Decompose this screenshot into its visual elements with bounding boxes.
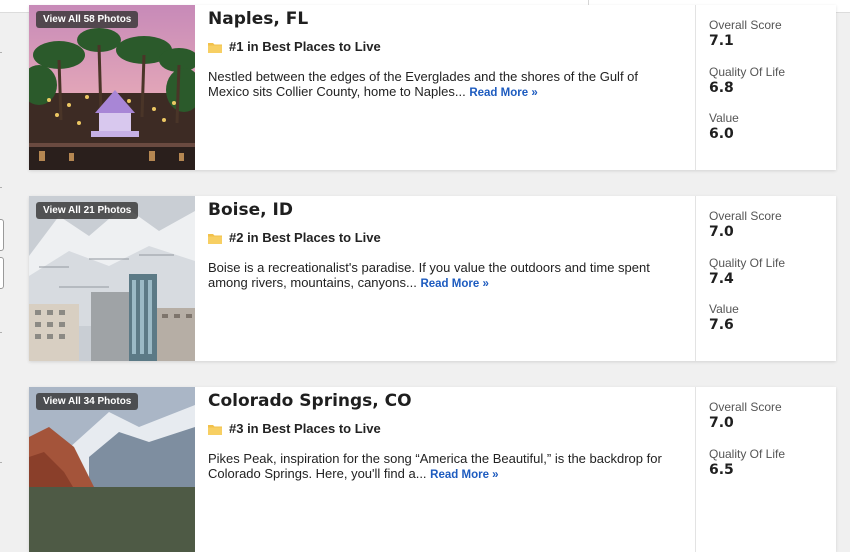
place-info: Colorado Springs, CO #3 in Best Places t… <box>208 387 688 552</box>
city-title[interactable]: Colorado Springs, CO <box>208 391 412 411</box>
place-card: View All 34 Photos Colorado Springs, CO … <box>29 387 836 552</box>
score-label: Quality Of Life <box>709 447 786 461</box>
score-label: Quality Of Life <box>709 65 786 79</box>
read-more-link[interactable]: Read More » <box>469 87 537 99</box>
score-panel: Overall Score 7.1 Quality Of Life 6.8 Va… <box>695 5 837 170</box>
place-info: Naples, FL #1 in Best Places to Live Nes… <box>208 5 688 170</box>
view-photos-badge[interactable]: View All 34 Photos <box>36 393 139 410</box>
folder-icon <box>208 423 222 435</box>
value-score: Value 6.0 <box>709 111 739 143</box>
place-photo[interactable]: View All 58 Photos <box>29 5 195 170</box>
rail-tick <box>0 462 2 463</box>
overall-score: Overall Score 7.0 <box>709 400 782 432</box>
left-rail <box>0 12 4 498</box>
city-title[interactable]: Naples, FL <box>208 9 308 29</box>
score-value: 6.0 <box>709 126 734 142</box>
filter-toggle[interactable] <box>0 257 4 289</box>
rank-line: #2 in Best Places to Live <box>208 230 381 245</box>
view-photos-badge[interactable]: View All 58 Photos <box>36 11 139 28</box>
score-label: Overall Score <box>709 400 782 414</box>
value-score: Value 7.6 <box>709 302 739 334</box>
score-value: 6.5 <box>709 462 734 478</box>
score-label: Value <box>709 111 739 125</box>
rank-label: #3 in Best Places to Live <box>229 421 381 436</box>
overall-score: Overall Score 7.1 <box>709 18 782 50</box>
read-more-link[interactable]: Read More » <box>420 278 488 290</box>
folder-icon <box>208 232 222 244</box>
score-label: Overall Score <box>709 18 782 32</box>
place-photo[interactable]: View All 21 Photos <box>29 196 195 361</box>
place-description: Boise is a recreationalist's paradise. I… <box>208 260 678 292</box>
quality-of-life-score: Quality Of Life 6.5 <box>709 447 785 479</box>
naples-photo-image <box>29 5 195 170</box>
rail-tick <box>0 52 2 53</box>
score-value: 7.4 <box>709 271 734 287</box>
read-more-link[interactable]: Read More » <box>430 469 498 481</box>
overall-score: Overall Score 7.0 <box>709 209 782 241</box>
place-info: Boise, ID #2 in Best Places to Live Bois… <box>208 196 688 361</box>
folder-icon <box>208 41 222 53</box>
score-value: 7.6 <box>709 317 734 333</box>
place-photo[interactable]: View All 34 Photos <box>29 387 195 552</box>
colorado-springs-photo-image <box>29 387 195 552</box>
boise-photo-image <box>29 196 195 361</box>
rank-line: #1 in Best Places to Live <box>208 39 381 54</box>
rail-tick <box>0 332 2 333</box>
place-description: Pikes Peak, inspiration for the song “Am… <box>208 451 678 483</box>
place-description: Nestled between the edges of the Evergla… <box>208 69 678 101</box>
score-value: 6.8 <box>709 80 734 96</box>
score-label: Value <box>709 302 739 316</box>
view-photos-badge[interactable]: View All 21 Photos <box>36 202 139 219</box>
place-card: View All 58 Photos Naples, FL #1 in Best… <box>29 5 836 170</box>
rank-line: #3 in Best Places to Live <box>208 421 381 436</box>
score-value: 7.0 <box>709 224 734 240</box>
rank-label: #1 in Best Places to Live <box>229 39 381 54</box>
score-label: Quality Of Life <box>709 256 786 270</box>
score-value: 7.0 <box>709 415 734 431</box>
score-label: Overall Score <box>709 209 782 223</box>
rank-label: #2 in Best Places to Live <box>229 230 381 245</box>
quality-of-life-score: Quality Of Life 6.8 <box>709 65 785 97</box>
city-title[interactable]: Boise, ID <box>208 200 293 220</box>
score-panel: Overall Score 7.0 Quality Of Life 7.4 Va… <box>695 196 837 361</box>
description-text: Nestled between the edges of the Evergla… <box>208 69 639 99</box>
rail-tick <box>0 187 2 188</box>
quality-of-life-score: Quality Of Life 7.4 <box>709 256 785 288</box>
place-card: View All 21 Photos Boise, ID #2 in Best … <box>29 196 836 361</box>
filter-toggle[interactable] <box>0 219 4 251</box>
score-value: 7.1 <box>709 33 734 49</box>
score-panel: Overall Score 7.0 Quality Of Life 6.5 <box>695 387 837 552</box>
